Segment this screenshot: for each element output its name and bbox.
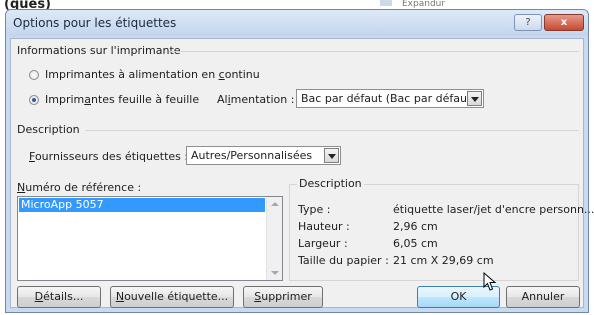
description-divider: [85, 130, 579, 131]
page-printer-label-tail: ntes feuille à feuille: [91, 93, 200, 106]
type-value: étiquette laser/jet d'encre personn...: [393, 203, 594, 216]
tray-label-tail: mentation :: [230, 93, 295, 106]
product-number-label-accel: N: [17, 181, 26, 194]
continuous-feed-label[interactable]: Imprimantes à alimentation en continu: [45, 68, 260, 81]
tray-select-value: Bac par défaut (Bac par défaut): [301, 92, 476, 105]
dialog-body: Informations sur l'imprimante Imprimante…: [10, 38, 594, 308]
product-number-label: Numéro de référence :: [17, 181, 141, 194]
continuous-feed-label-tail: ontinu: [224, 68, 260, 81]
dropdown-arrow-icon[interactable]: [467, 91, 482, 106]
printer-info-divider: [169, 51, 579, 52]
new-label-button[interactable]: Nouvelle étiquette...: [110, 286, 234, 308]
label-info-heading: Description: [297, 177, 364, 190]
new-label-label: ouvelle étiquette...: [124, 290, 229, 303]
continuous-feed-radio[interactable]: [29, 70, 39, 80]
close-button[interactable]: x: [544, 14, 584, 31]
description-heading: Description: [17, 123, 80, 136]
type-key: Type :: [298, 203, 331, 216]
height-value: 2,96 cm: [393, 220, 438, 233]
tray-label-text: Al: [217, 93, 228, 106]
details-accel: D: [34, 290, 44, 303]
label-options-dialog: Options pour les étiquettes ? x Informat…: [5, 9, 594, 313]
printer-info-heading: Informations sur l'imprimante: [17, 44, 181, 57]
product-number-label-text: uméro de référence :: [25, 181, 142, 194]
mouse-cursor-icon: [483, 272, 497, 291]
page-printer-label[interactable]: Imprimantes feuille à feuille: [45, 93, 199, 106]
paper-size-value: 21 cm X 29,69 cm: [393, 254, 494, 267]
tray-select[interactable]: Bac par défaut (Bac par défaut): [296, 89, 484, 108]
scroll-up-icon[interactable]: [271, 202, 279, 206]
height-key: Hauteur :: [298, 220, 350, 233]
background-toolbar-icon: [380, 0, 392, 6]
details-label: étails...: [43, 290, 84, 303]
page-printer-label-text: Imprim: [45, 93, 85, 106]
width-value: 6,05 cm: [393, 237, 438, 250]
page-printer-accel: a: [84, 93, 91, 106]
title-bar[interactable]: Options pour les étiquettes ? x: [6, 10, 588, 36]
width-key: Largeur :: [298, 237, 348, 250]
vendor-label-text: ournisseurs des étiquettes :: [34, 150, 189, 163]
help-button[interactable]: ?: [514, 14, 542, 31]
scroll-down-icon[interactable]: [271, 271, 279, 275]
dialog-title: Options pour les étiquettes: [13, 16, 177, 30]
tray-label: Alimentation :: [217, 93, 294, 106]
details-button[interactable]: Détails...: [17, 286, 101, 308]
background-tab-fragment: Expandur: [402, 0, 446, 9]
product-number-list[interactable]: MicroApp 5057: [17, 196, 283, 281]
delete-label: upprimer: [261, 290, 312, 303]
dropdown-arrow-icon[interactable]: [324, 148, 339, 163]
list-item[interactable]: MicroApp 5057: [19, 198, 265, 212]
new-label-accel: N: [115, 290, 125, 303]
paper-size-key: Taille du papier :: [298, 254, 389, 267]
cancel-button[interactable]: Annuler: [506, 286, 580, 308]
vendor-select[interactable]: Autres/Personnalisées: [186, 146, 341, 165]
continuous-feed-label-text: Imprimantes à alimentation en: [45, 68, 219, 81]
page-printer-radio[interactable]: [29, 95, 39, 105]
vendor-select-value: Autres/Personnalisées: [191, 149, 313, 162]
delete-button[interactable]: Supprimer: [243, 286, 323, 308]
vendor-label: Fournisseurs des étiquettes :: [29, 150, 188, 163]
list-scrollbar[interactable]: [266, 197, 282, 280]
